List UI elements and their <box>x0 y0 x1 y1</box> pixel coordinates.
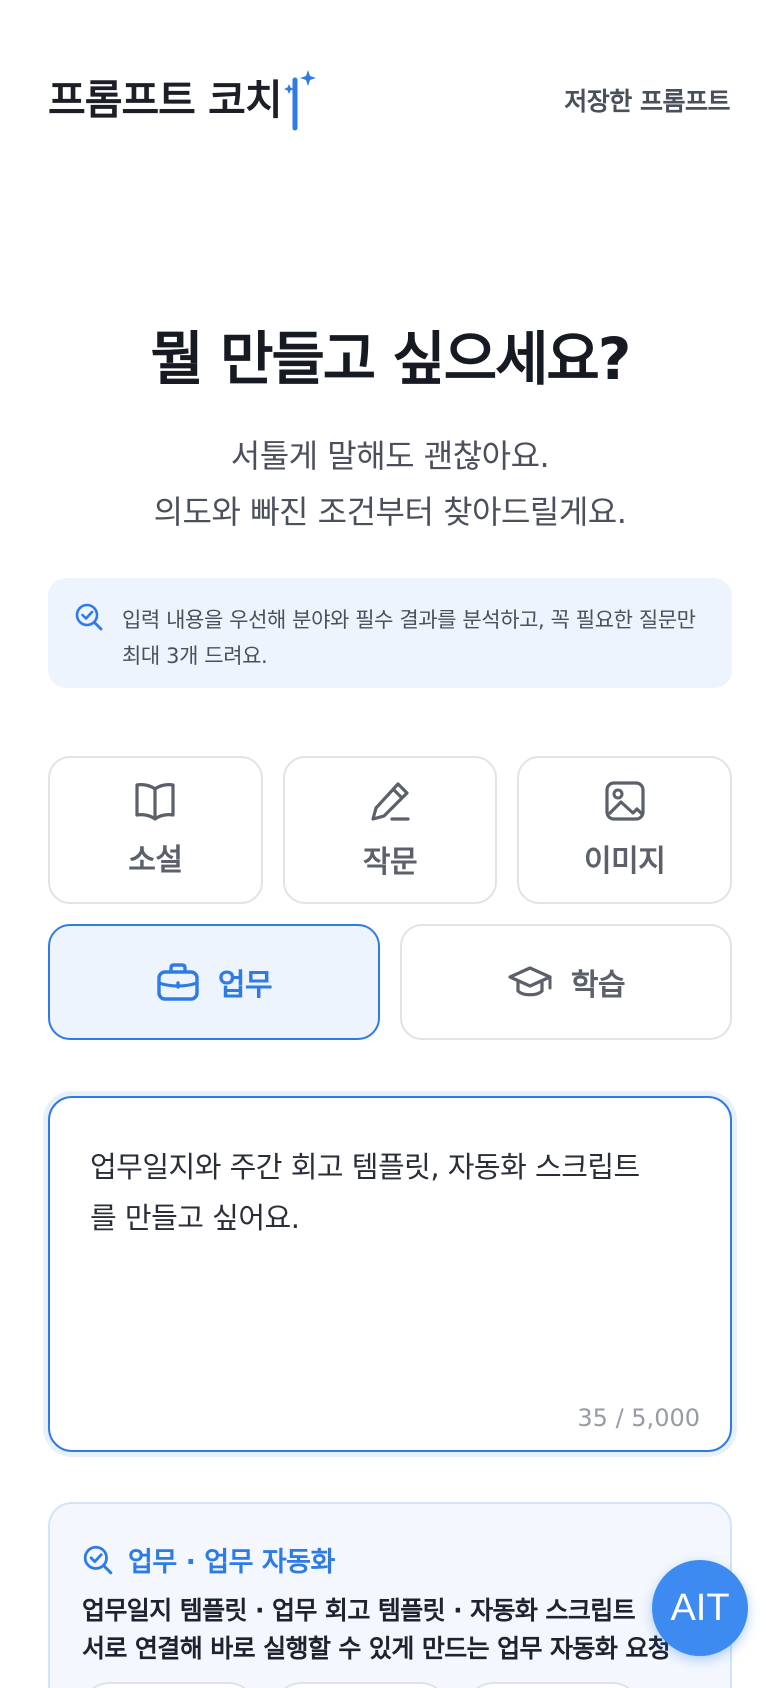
analysis-line-1: 업무일지 템플릿 · 업무 회고 템플릿 · 자동화 스크립트 <box>82 1596 636 1625</box>
search-check-icon <box>75 603 103 631</box>
analysis-card: 업무 · 업무 자동화 업무일지 템플릿 · 업무 회고 템플릿 · 자동화 스… <box>48 1502 732 1688</box>
image-icon <box>605 781 645 821</box>
category-novel-button[interactable]: 소설 <box>48 756 263 904</box>
saved-prompts-link[interactable]: 저장한 프롬프트 <box>564 82 730 118</box>
category-label: 작문 <box>362 845 418 880</box>
category-study-button[interactable]: 학습 <box>400 924 732 1040</box>
category-image-button[interactable]: 이미지 <box>517 756 733 904</box>
category-label: 업무 <box>217 968 273 1003</box>
info-text: 입력 내용을 우선해 분야와 필수 결과를 분석하고, 꼭 필요한 질문만 최대… <box>122 608 696 668</box>
info-box: 입력 내용을 우선해 분야와 필수 결과를 분석하고, 꼭 필요한 질문만 최대… <box>48 578 732 688</box>
page-title: 뭘 만들고 싶으세요? <box>150 325 632 393</box>
sparkle-cursor-icon <box>283 70 316 131</box>
subtitle-line-2: 의도와 빠진 조건부터 찾아드릴게요. <box>153 493 627 531</box>
book-icon <box>135 783 175 821</box>
analysis-chip[interactable] <box>272 1682 450 1688</box>
search-check-icon <box>83 1545 113 1574</box>
analysis-chip[interactable] <box>80 1682 258 1688</box>
category-writing-button[interactable]: 작문 <box>282 756 498 904</box>
app-header: 프롬프트 코치 저장한 프롬프트 <box>0 0 780 200</box>
analysis-line-2: 서로 연결해 바로 실행할 수 있게 만드는 업무 자동화 요청 <box>82 1634 671 1663</box>
category-row-1: 소설 작문 이미지 <box>48 756 733 904</box>
logo-text: 프롬프트 코치 <box>48 76 283 124</box>
analysis-header: 업무 · 업무 자동화 <box>82 1540 335 1579</box>
category-label: 소설 <box>128 843 183 878</box>
prompt-input[interactable]: 업무일지와 주간 회고 템플릿, 자동화 스크립트를 만들고 싶어요. 35 /… <box>48 1096 732 1452</box>
analysis-chips <box>80 1682 642 1688</box>
subtitle-line-1: 서툴게 말해도 괜찮아요. <box>230 437 550 475</box>
category-label: 학습 <box>570 968 626 1003</box>
analysis-title: 업무 · 업무 자동화 <box>128 1547 335 1578</box>
logo[interactable]: 프롬프트 코치 <box>48 70 318 132</box>
char-count: 35 / 5,000 <box>577 1404 700 1432</box>
category-work-button[interactable]: 업무 <box>48 924 380 1040</box>
analysis-chip[interactable] <box>464 1682 642 1688</box>
page-subtitle: 서툴게 말해도 괜찮아요. 의도와 빠진 조건부터 찾아드릴게요. <box>0 428 780 540</box>
graduation-cap-icon <box>508 966 552 997</box>
pencil-icon <box>371 782 410 821</box>
ai-assistant-button[interactable]: AIT <box>652 1560 748 1656</box>
analysis-summary: 업무일지 템플릿 · 업무 회고 템플릿 · 자동화 스크립트 서로 연결해 바… <box>82 1592 722 1668</box>
category-row-2: 업무 학습 <box>48 924 732 1040</box>
prompt-input-text[interactable]: 업무일지와 주간 회고 템플릿, 자동화 스크립트를 만들고 싶어요. <box>90 1142 650 1244</box>
category-label: 이미지 <box>584 844 666 879</box>
briefcase-icon <box>157 963 199 1001</box>
